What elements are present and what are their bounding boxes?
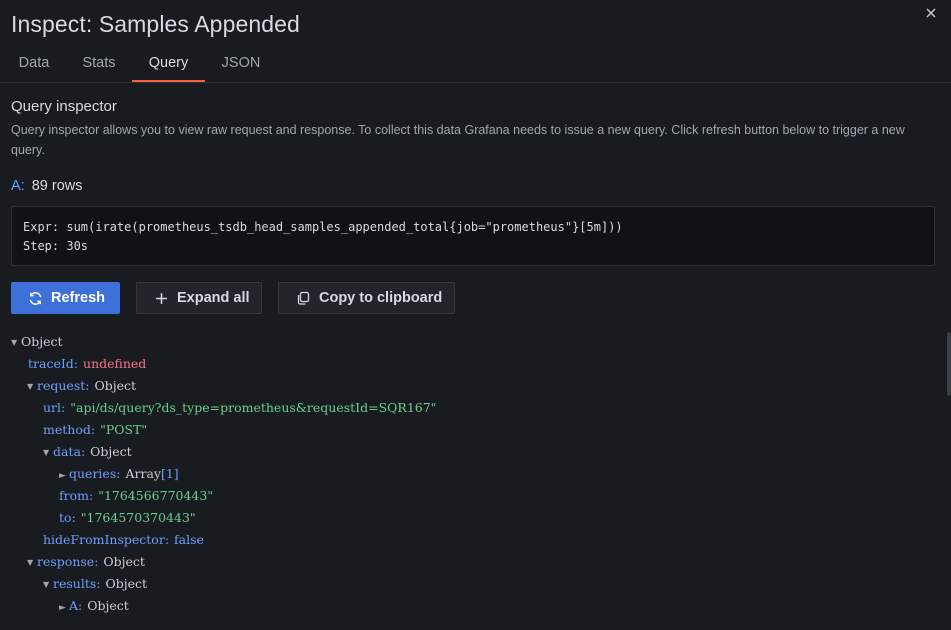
close-icon[interactable]	[921, 4, 941, 22]
tree-node-a[interactable]: ► A: Object	[59, 595, 129, 617]
tree-key: method	[43, 422, 91, 437]
tree-key: data	[53, 444, 81, 459]
query-ref-id: A:	[11, 178, 25, 194]
tree-value: "POST"	[100, 422, 148, 437]
tree-node-queries[interactable]: ► queries: Array[1]	[59, 463, 179, 485]
tree-key: request	[37, 378, 86, 393]
tree-key: results	[53, 576, 97, 591]
tree-key: traceId	[28, 356, 74, 371]
tree-key: queries	[69, 466, 117, 481]
expand-all-label: Expand all	[177, 290, 250, 306]
caret-right-icon[interactable]: ►	[59, 465, 69, 487]
tree-value: undefined	[83, 356, 147, 371]
caret-down-icon[interactable]: ▼	[43, 574, 53, 596]
copy-to-clipboard-label: Copy to clipboard	[319, 290, 443, 306]
scrollbar[interactable]	[947, 332, 951, 396]
tree-key: url	[43, 400, 62, 415]
inspect-drawer: Inspect: Samples Appended Data Stats Que…	[0, 0, 951, 630]
tree-node-data[interactable]: ▼ data: Object	[43, 441, 132, 463]
tab-stats[interactable]: Stats	[76, 44, 122, 82]
tree-type: Object	[87, 598, 129, 613]
tree-type: Object	[105, 576, 148, 591]
tree-type: Object	[90, 444, 132, 459]
expr-line: Expr: sum(irate(prometheus_tsdb_head_sam…	[23, 220, 623, 234]
tree-key: to	[59, 510, 72, 525]
drawer-title: Inspect: Samples Appended	[11, 11, 300, 37]
tree-type: Array	[125, 466, 161, 481]
tab-query[interactable]: Query	[132, 44, 205, 82]
caret-down-icon[interactable]: ▼	[27, 552, 37, 574]
tree-key: from	[59, 488, 89, 503]
tree-node-hidefrominspector: hideFromInspector: false	[43, 532, 204, 547]
tree-node-results[interactable]: ▼ results: Object	[43, 573, 147, 595]
query-inspector-description: Query inspector allows you to view raw r…	[11, 123, 905, 157]
tree-key: response	[37, 554, 95, 569]
tree-node-request[interactable]: ▼ request: Object	[27, 375, 136, 397]
tree-root[interactable]: ▼ Object	[11, 331, 63, 353]
query-row-count: A: 89 rows	[11, 178, 82, 194]
tree-key: hideFromInspector	[43, 532, 165, 547]
copy-icon	[295, 290, 311, 306]
tree-key: A	[69, 598, 79, 613]
tree-value: "1764570370443"	[80, 510, 196, 525]
tree-node-url: url: "api/ds/query?ds_type=prometheus&req…	[43, 400, 437, 415]
refresh-icon	[27, 290, 43, 306]
tree-node-to: to: "1764570370443"	[59, 510, 196, 525]
tree-value: "1764566770443"	[98, 488, 214, 503]
caret-down-icon[interactable]: ▼	[43, 442, 53, 464]
tree-value: false	[174, 532, 204, 547]
tab-data[interactable]: Data	[11, 44, 57, 82]
tree-node-method: method: "POST"	[43, 422, 148, 437]
caret-right-icon[interactable]: ►	[59, 597, 69, 619]
array-length: [1]	[160, 466, 179, 481]
tab-json[interactable]: JSON	[214, 44, 268, 82]
caret-down-icon[interactable]: ▼	[27, 376, 37, 398]
query-inspector-title: Query inspector	[11, 98, 117, 115]
refresh-button[interactable]: Refresh	[11, 282, 120, 314]
tree-type: Object	[103, 554, 145, 569]
caret-down-icon[interactable]: ▼	[11, 332, 21, 354]
tree-node-traceid: traceId: undefined	[28, 356, 147, 371]
query-expression-box: Expr: sum(irate(prometheus_tsdb_head_sam…	[11, 206, 935, 266]
tree-type: Object	[94, 378, 137, 393]
tree-value: "api/ds/query?ds_type=prometheus&request…	[70, 400, 437, 415]
step-line: Step: 30s	[23, 239, 89, 253]
row-count: 89 rows	[31, 178, 83, 194]
root-type: Object	[21, 334, 63, 349]
expand-all-button[interactable]: Expand all	[136, 282, 262, 314]
tree-node-from: from: "1764566770443"	[59, 488, 214, 503]
plus-icon	[153, 290, 169, 306]
copy-to-clipboard-button[interactable]: Copy to clipboard	[278, 282, 455, 314]
tab-bar: Data Stats Query JSON	[0, 44, 951, 83]
refresh-label: Refresh	[51, 290, 105, 306]
tree-node-response[interactable]: ▼ response: Object	[27, 551, 145, 573]
